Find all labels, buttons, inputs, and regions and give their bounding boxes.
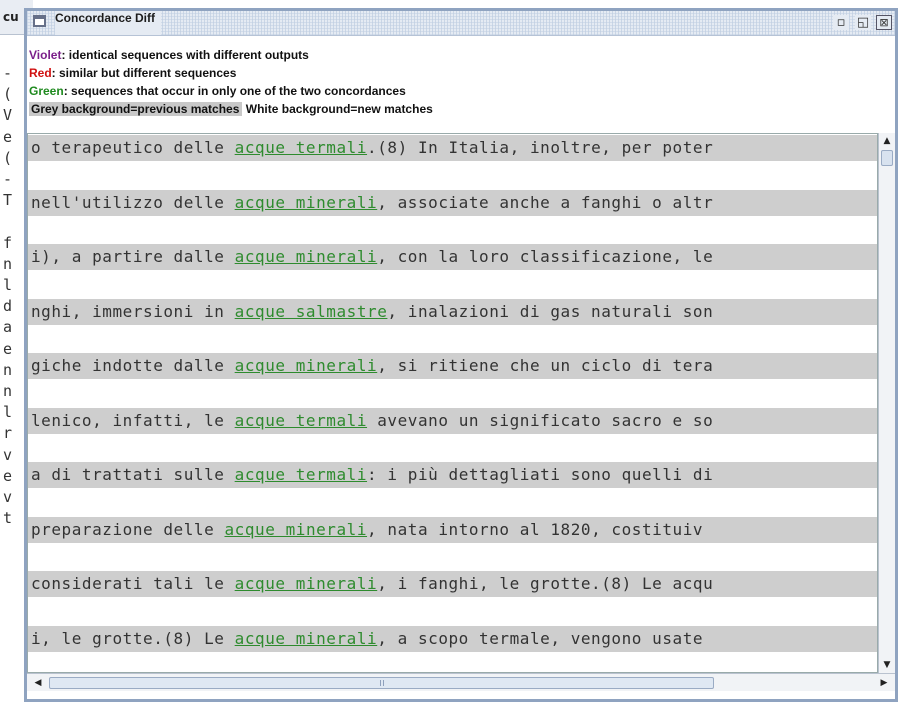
scroll-right-arrow-icon[interactable]: ▶	[877, 676, 891, 690]
legend-white-background: White background=new matches	[245, 102, 433, 116]
concordance-right-context: , i fanghi, le grotte.(8) Le acqu	[377, 574, 714, 593]
legend-red-text: : similar but different sequences	[51, 66, 237, 80]
concordance-left-context: nghi, immersioni in	[31, 301, 235, 321]
legend-red: Red: similar but different sequences	[29, 64, 895, 82]
legend-grey-background: Grey background=previous matches	[29, 102, 243, 116]
concordance-match-link[interactable]: acque minerali	[235, 193, 378, 212]
maximize-button[interactable]: ◱	[855, 15, 871, 30]
concordance-right-context: , a scopo termale, vengono usate	[377, 628, 704, 648]
window-title: Concordance Diff	[55, 11, 162, 35]
concordance-match-link[interactable]: acque minerali	[235, 356, 378, 375]
concordance-right-context: , associate anche a fanghi o altr	[377, 192, 714, 212]
concordance-left-context: giche indotte dalle	[31, 356, 235, 375]
legend-green-text: : sequences that occur in only one of th…	[63, 84, 406, 98]
concordance-left-context: i), a partire dalle	[31, 247, 235, 266]
legend-violet-text: : identical sequences with different out…	[61, 48, 309, 62]
background-margin-char: T	[3, 191, 13, 210]
concordance-row[interactable]: giche indotte dalle acque minerali, si r…	[28, 353, 877, 379]
scroll-grip-icon	[380, 680, 384, 686]
concordance-match-link[interactable]: acque termali	[235, 411, 367, 430]
concordance-row[interactable]: o terapeutico delle acque termali.(8) In…	[28, 135, 877, 161]
close-button[interactable]: ⊠	[876, 15, 892, 30]
concordance-left-context: o terapeutico delle	[31, 138, 235, 157]
background-margin-char: v	[3, 445, 13, 464]
concordance-match-link[interactable]: acque minerali	[224, 520, 367, 539]
background-margin-char: n	[3, 382, 13, 400]
concordance-right-context: , con la loro classificazione, le	[377, 247, 714, 266]
concordance-row[interactable]: nell'utilizzo delle acque minerali, asso…	[28, 189, 877, 216]
background-margin-char: -	[3, 64, 13, 82]
concordance-right-context: , inalazioni di gas naturali son	[387, 301, 714, 321]
legend-red-key: Red	[29, 66, 52, 80]
background-margin-char: a	[3, 318, 13, 337]
legend-violet: Violet: identical sequences with differe…	[29, 46, 895, 64]
concordance-match-link[interactable]: acque termali	[235, 465, 367, 484]
background-margin-char: f	[3, 233, 13, 252]
window-titlebar[interactable]: Concordance Diff ▫ ◱ ⊠	[27, 11, 895, 36]
concordance-list[interactable]: o terapeutico delle acque termali.(8) In…	[27, 133, 878, 673]
iconify-button[interactable]: ▫	[833, 15, 849, 30]
concordance-right-context: avevano un significato sacro e so	[367, 410, 714, 430]
concordance-right-context: : i più dettagliati sono quelli di	[367, 465, 714, 484]
scroll-down-arrow-icon[interactable]: ▼	[880, 658, 894, 672]
scroll-up-arrow-icon[interactable]: ▲	[880, 134, 894, 148]
concordance-left-context: preparazione delle	[31, 519, 225, 539]
scroll-left-arrow-icon[interactable]: ◀	[31, 676, 45, 690]
legend-green-key: Green	[29, 84, 64, 98]
vertical-scroll-thumb[interactable]	[881, 150, 893, 166]
background-margin-char: n	[3, 360, 13, 379]
concordance-row[interactable]: preparazione delle acque minerali, nata …	[28, 516, 877, 543]
concordance-right-context: , nata intorno al 1820, costituiv	[367, 519, 704, 539]
concordance-row[interactable]: a di trattati sulle acque termali: i più…	[28, 462, 877, 488]
concordance-right-context: .(8) In Italia, inoltre, per poter	[367, 138, 714, 157]
concordance-left-context: considerati tali le	[31, 574, 235, 593]
background-margin-char: e	[3, 339, 13, 358]
concordance-match-link[interactable]: acque minerali	[235, 629, 378, 648]
concordance-row[interactable]: i, le grotte.(8) Le acque minerali, a sc…	[28, 625, 877, 652]
concordance-match-link[interactable]: acque termali	[235, 138, 367, 157]
concordance-match-link[interactable]: acque minerali	[235, 247, 378, 266]
horizontal-scrollbar[interactable]: ◀ ▶	[27, 673, 895, 691]
background-margin-char: -	[3, 170, 13, 188]
background-margin-char: v	[3, 488, 13, 506]
background-margin-char: (	[3, 148, 13, 167]
background-margin-char: n	[3, 254, 13, 273]
concordance-match-link[interactable]: acque minerali	[235, 574, 378, 593]
background-margin-char: l	[3, 403, 13, 422]
window-icon	[33, 15, 46, 27]
concordance-row[interactable]: considerati tali le acque minerali, i fa…	[28, 571, 877, 597]
concordance-match-link[interactable]: acque salmastre	[235, 302, 388, 321]
background-margin-char: r	[3, 424, 13, 443]
legend-violet-key: Violet	[29, 48, 62, 62]
concordance-row[interactable]: i), a partire dalle acque minerali, con …	[28, 244, 877, 270]
vertical-scrollbar[interactable]: ▲ ▼	[878, 133, 895, 673]
concordance-left-context: a di trattati sulle	[31, 465, 235, 484]
background-margin-char: e	[3, 127, 13, 146]
concordance-left-context: i, le grotte.(8) Le	[31, 628, 235, 648]
concordance-row[interactable]: lenico, infatti, le acque termali avevan…	[28, 407, 877, 434]
background-margin-char: d	[3, 297, 13, 316]
background-margin-char: t	[3, 509, 13, 528]
legend-background: Grey background=previous matches White b…	[29, 100, 895, 118]
background-margin-char: e	[3, 466, 13, 485]
legend-green: Green: sequences that occur in only one …	[29, 82, 895, 100]
concordance-diff-window[interactable]: Concordance Diff ▫ ◱ ⊠ Violet: identical…	[24, 8, 898, 702]
background-text-margin: -(Ve(- Tf n l d a e n n l r v e v t	[0, 34, 26, 706]
concordance-row[interactable]: nghi, immersioni in acque salmastre, ina…	[28, 298, 877, 325]
background-margin-char: V	[3, 106, 13, 125]
background-margin-char: l	[3, 276, 13, 294]
concordance-right-context: , si ritiene che un ciclo di tera	[377, 356, 714, 375]
horizontal-scroll-thumb[interactable]	[49, 677, 714, 689]
color-legend: Violet: identical sequences with differe…	[29, 46, 895, 118]
background-margin-char: (	[3, 85, 13, 104]
concordance-left-context: lenico, infatti, le	[31, 410, 235, 430]
concordance-left-context: nell'utilizzo delle	[31, 192, 235, 212]
